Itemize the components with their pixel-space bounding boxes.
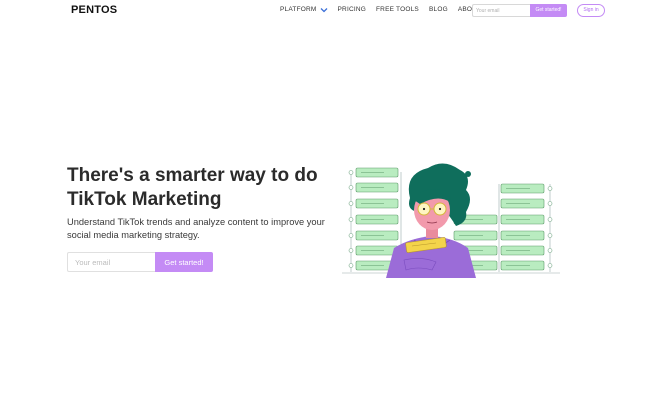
hero-get-started-button[interactable]: Get started! xyxy=(155,252,213,272)
nav-blog[interactable]: BLOG xyxy=(429,6,448,13)
hero-email-input[interactable] xyxy=(67,252,155,272)
hero-illustration xyxy=(342,163,560,278)
sign-in-button[interactable]: Sign in xyxy=(577,4,605,17)
chevron-down-icon xyxy=(320,7,327,12)
person-illustration xyxy=(386,163,476,278)
nav-platform-label: PLATFORM xyxy=(280,6,317,13)
nav-email-input[interactable] xyxy=(472,4,530,17)
nav-pricing[interactable]: PRICING xyxy=(338,6,367,13)
pentos-logo[interactable]: PENTOS xyxy=(71,4,117,16)
top-nav: PENTOS PLATFORM PRICING FREE TOOLS BLOG … xyxy=(0,0,672,22)
hero-title: There's a smarter way to do TikTok Marke… xyxy=(67,165,318,210)
hero-subtitle: Understand TikTok trends and analyze con… xyxy=(67,217,325,240)
nav-get-started-button[interactable]: Get started! xyxy=(530,4,567,17)
nav-links: PLATFORM PRICING FREE TOOLS BLOG ABOUT xyxy=(280,6,491,13)
nav-free-tools[interactable]: FREE TOOLS xyxy=(376,6,419,13)
nav-platform[interactable]: PLATFORM xyxy=(280,6,328,13)
